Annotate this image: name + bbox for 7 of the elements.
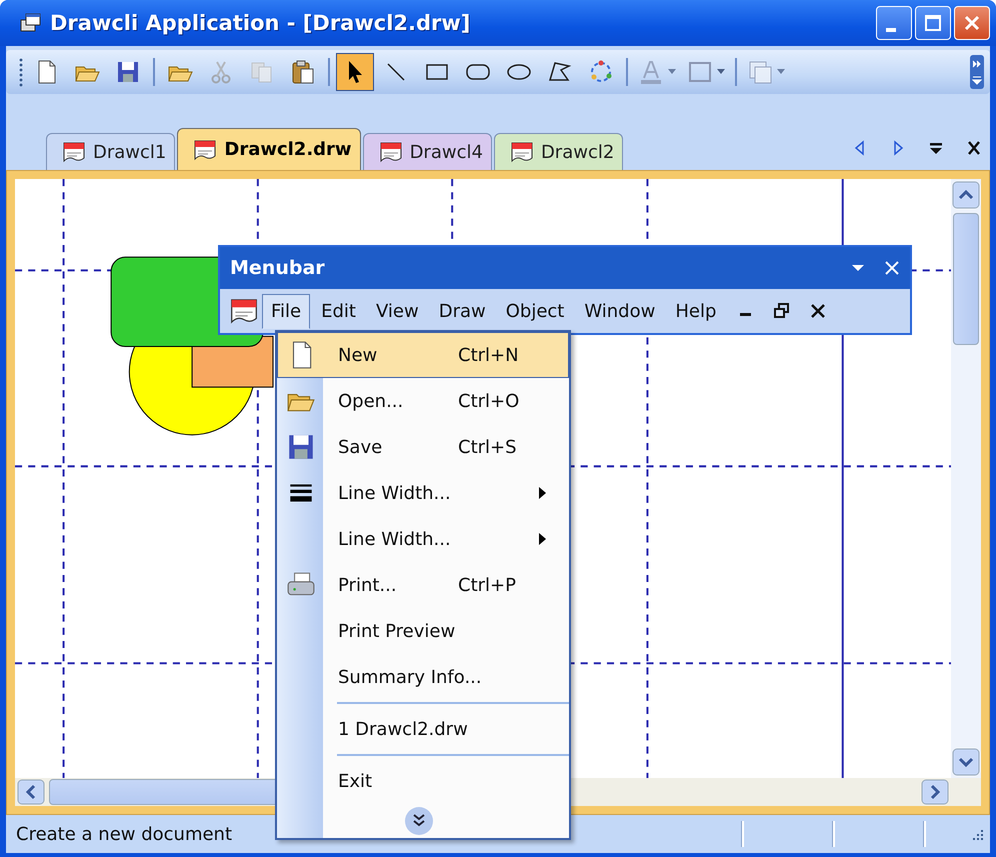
menubar-title: Menubar bbox=[230, 257, 326, 279]
tab-label: Drawcl2 bbox=[540, 142, 614, 162]
tab-label: Drawcl4 bbox=[410, 142, 483, 162]
window-title: Drawcli Application - [Drawcl2.drw] bbox=[50, 11, 470, 35]
status-text: Create a new document bbox=[16, 824, 234, 844]
tab-label: Drawcl1 bbox=[93, 142, 166, 162]
tab-label: Drawcl2.drw bbox=[224, 139, 352, 160]
